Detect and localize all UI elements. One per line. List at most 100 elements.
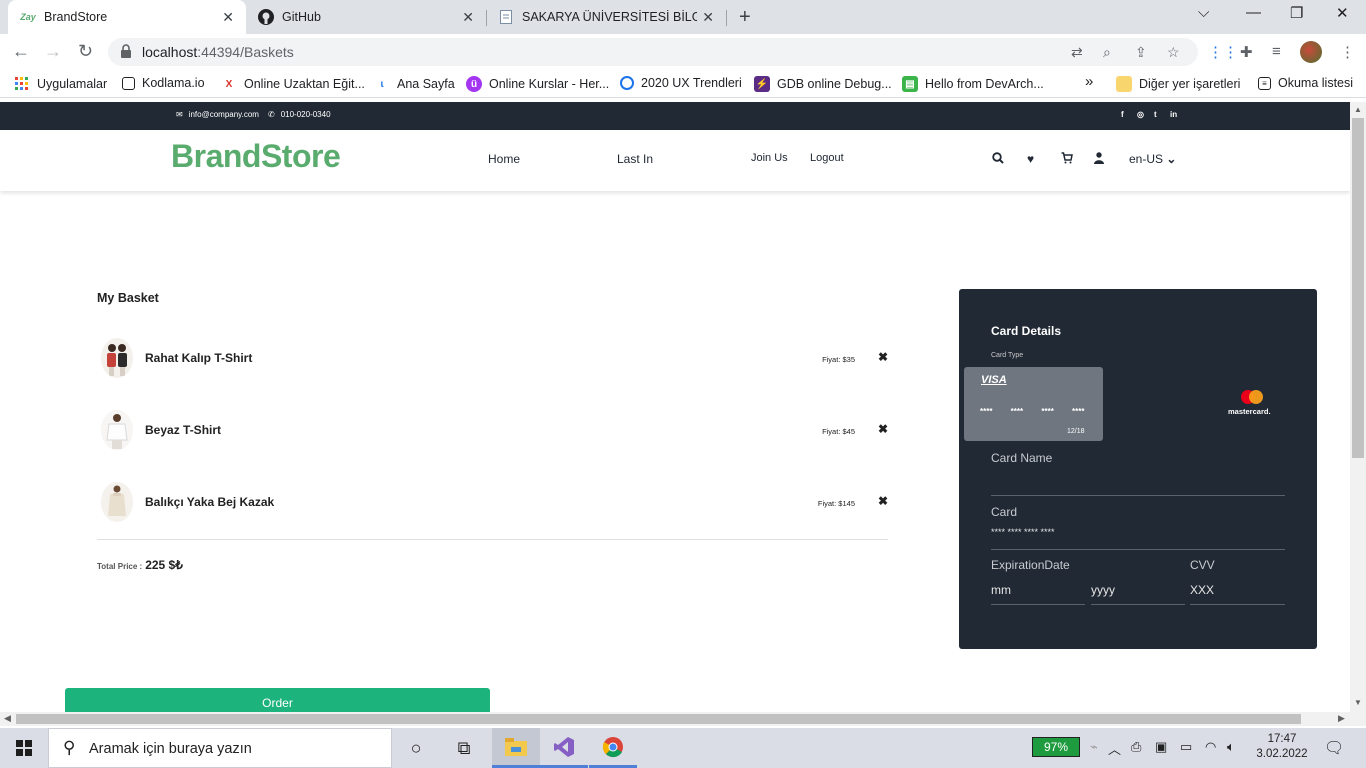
visa-card-option[interactable]: VISA **** **** **** **** 12/18: [964, 367, 1103, 441]
close-icon[interactable]: ✕: [702, 9, 714, 26]
scroll-left-icon[interactable]: ◀: [4, 713, 11, 724]
remove-icon[interactable]: ✖: [878, 350, 888, 364]
volume-icon[interactable]: 🔈︎: [1227, 739, 1235, 755]
order-button[interactable]: Order: [65, 688, 490, 712]
tab-sakarya[interactable]: SAKARYA ÜNİVERSİTESİ BİLGİ SİS ✕: [486, 0, 726, 34]
user-icon[interactable]: [1094, 152, 1104, 167]
product-image: [101, 482, 133, 522]
media-icon[interactable]: ≡: [1272, 43, 1281, 60]
bookmark-ana-sayfa[interactable]: ɩ Ana Sayfa: [374, 76, 455, 92]
cvv-input[interactable]: XXX: [1190, 583, 1214, 597]
forward-icon[interactable]: →: [44, 41, 62, 62]
email-text: info@company.com: [188, 110, 259, 119]
address-bar[interactable]: localhost:44394/Baskets ⇄ ⌕ ⇪ ☆: [108, 38, 1198, 66]
bookmark-label: Kodlama.io: [142, 76, 205, 90]
screen-capture-icon[interactable]: ▣: [1155, 739, 1167, 755]
scroll-up-icon[interactable]: ▲: [1354, 105, 1362, 114]
expiry-month-input[interactable]: mm: [991, 583, 1011, 597]
bookmark-devarch[interactable]: ▤ Hello from DevArch...: [902, 76, 1044, 92]
tab-search-icon[interactable]: ⌵: [1198, 4, 1209, 21]
tab-github[interactable]: GitHub ✕: [246, 0, 486, 34]
more-bookmarks-icon[interactable]: »: [1085, 73, 1093, 90]
github-icon: [258, 9, 274, 25]
reload-icon[interactable]: ↻: [78, 41, 93, 62]
bookmark-label: Online Kurslar - Her...: [489, 77, 610, 91]
bookmark-other[interactable]: Diğer yer işaretleri: [1116, 76, 1240, 92]
file-explorer-icon[interactable]: [492, 728, 540, 768]
nav-logout[interactable]: Logout: [810, 152, 844, 164]
nav-last-in[interactable]: Last In: [617, 152, 653, 166]
nav-home[interactable]: Home: [488, 152, 520, 166]
menu-icon[interactable]: ⋮: [1340, 43, 1355, 61]
wifi-icon[interactable]: ◠: [1205, 739, 1216, 755]
bookmark-star-icon[interactable]: ☆: [1167, 44, 1180, 61]
heart-icon[interactable]: ♥: [1027, 152, 1034, 166]
scroll-down-icon[interactable]: ▼: [1354, 698, 1362, 707]
brand-logo[interactable]: BrandStore: [171, 138, 341, 175]
udemy-icon: ü: [466, 76, 482, 92]
visa-card-expiry: 12/18: [1067, 428, 1085, 435]
close-icon[interactable]: ✕: [462, 9, 474, 26]
meet-now-icon[interactable]: ⎙: [1131, 739, 1141, 755]
tab-brandstore[interactable]: Zay BrandStore ✕: [8, 0, 246, 34]
zoom-icon[interactable]: ⌕: [1103, 44, 1111, 61]
bookmark-online-kurslar[interactable]: ü Online Kurslar - Her...: [466, 76, 609, 92]
bookmark-apps[interactable]: Uygulamalar: [14, 76, 107, 92]
cortana-icon[interactable]: ○: [392, 728, 440, 768]
horizontal-scroll-thumb[interactable]: [16, 714, 1301, 724]
minimize-icon[interactable]: —: [1246, 4, 1261, 21]
bookmark-label: Okuma listesi: [1278, 76, 1354, 90]
profile-avatar[interactable]: [1300, 41, 1322, 63]
phone-link[interactable]: ✆ 010-020-0340: [268, 110, 331, 119]
chrome-icon[interactable]: [589, 728, 637, 768]
visa-card-number: **** **** **** ****: [980, 407, 1085, 416]
bookmark-ux-trendleri[interactable]: 2020 UX Trendleri: [620, 76, 742, 90]
mastercard-option[interactable]: mastercard.: [1227, 390, 1275, 420]
instagram-icon[interactable]: ◎: [1137, 110, 1144, 119]
bookmark-kodlama[interactable]: Kodlama.io: [122, 76, 205, 90]
notification-icon[interactable]: 🗨︎: [1324, 738, 1344, 758]
nav-join-us[interactable]: Join Us: [751, 152, 788, 164]
visa-logo: VISA: [981, 374, 1007, 386]
close-icon[interactable]: ✕: [222, 9, 234, 26]
twitter-icon[interactable]: t: [1154, 110, 1157, 119]
back-icon[interactable]: ←: [12, 41, 30, 62]
new-tab-icon[interactable]: +: [739, 6, 751, 29]
taskbar-clock[interactable]: 17:47 3.02.2022: [1252, 732, 1312, 762]
extensions-icon[interactable]: ✚: [1240, 43, 1253, 61]
facebook-icon[interactable]: f: [1121, 110, 1124, 119]
bookmark-label: Ana Sayfa: [397, 77, 455, 91]
search-icon[interactable]: [992, 152, 1004, 167]
email-link[interactable]: ✉ info@company.com: [176, 110, 259, 119]
language-select[interactable]: en-US ⌄: [1129, 152, 1176, 166]
translate-icon[interactable]: ⇄: [1071, 44, 1083, 61]
apps-grid-icon[interactable]: ⋮⋮: [1208, 43, 1238, 61]
vertical-scrollbar[interactable]: ▲ ▼: [1350, 102, 1366, 726]
linkedin-icon[interactable]: in: [1170, 110, 1177, 119]
battery-indicator[interactable]: 97%: [1032, 737, 1080, 757]
windows-start-icon[interactable]: [16, 740, 32, 756]
task-view-icon[interactable]: ⧉: [440, 728, 488, 768]
restore-icon[interactable]: ❐: [1290, 4, 1303, 22]
window-close-icon[interactable]: ✕: [1336, 4, 1349, 22]
bookmark-gdb[interactable]: ⚡ GDB online Debug...: [754, 76, 892, 92]
cart-icon[interactable]: [1061, 152, 1073, 167]
card-number-input[interactable]: **** **** **** ****: [991, 527, 1055, 537]
product-name: Rahat Kalıp T-Shirt: [145, 351, 253, 365]
remove-icon[interactable]: ✖: [878, 494, 888, 508]
power-icon[interactable]: ⌁: [1090, 739, 1098, 755]
visual-studio-icon[interactable]: [540, 728, 588, 768]
bookmark-online-uzaktan[interactable]: X Online Uzaktan Eğit...: [221, 76, 365, 92]
reading-list[interactable]: ≡ Okuma listesi: [1258, 76, 1353, 90]
remove-icon[interactable]: ✖: [878, 422, 888, 436]
product-image: [101, 338, 133, 378]
battery-icon[interactable]: ▭: [1180, 739, 1192, 755]
taskbar-search[interactable]: ⚲ Aramak için buraya yazın: [48, 728, 392, 768]
scroll-right-icon[interactable]: ▶: [1338, 713, 1345, 724]
expiry-year-input[interactable]: yyyy: [1091, 583, 1115, 597]
tray-chevron-up-icon[interactable]: ︿: [1108, 739, 1121, 758]
share-icon[interactable]: ⇪: [1135, 44, 1147, 61]
horizontal-scrollbar[interactable]: ◀ ▶: [0, 712, 1350, 726]
card-name-input[interactable]: [991, 495, 1285, 496]
vertical-scroll-thumb[interactable]: [1352, 118, 1364, 458]
